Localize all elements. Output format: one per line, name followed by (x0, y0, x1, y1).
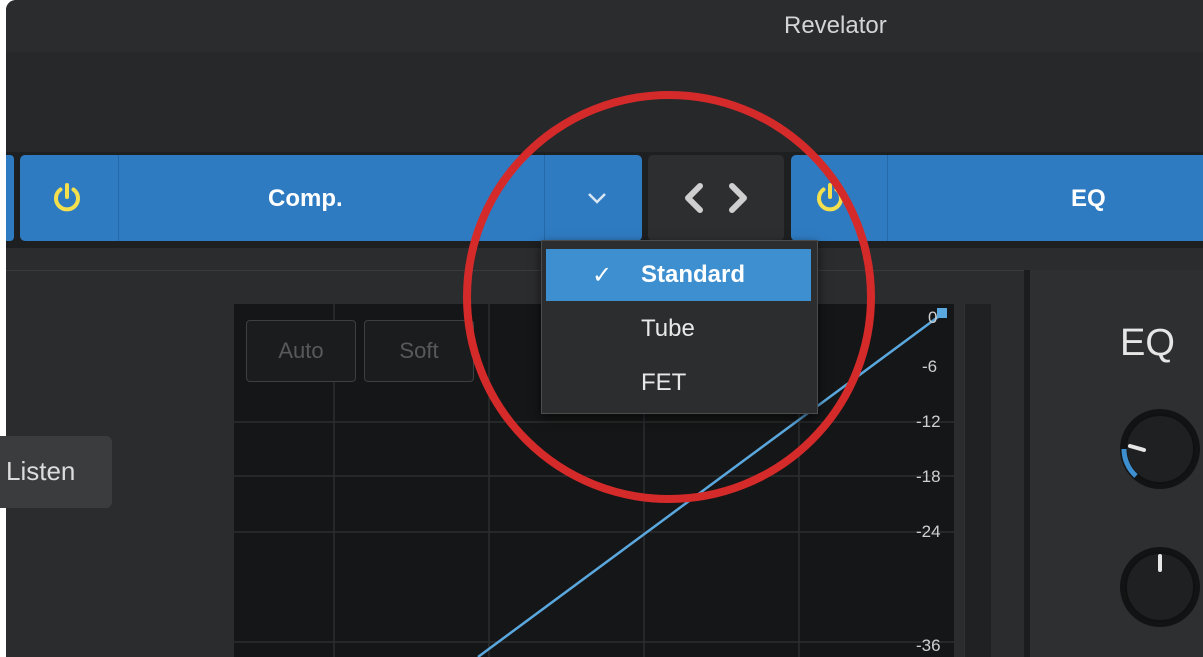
eq-knob[interactable] (1108, 540, 1202, 634)
tab-comp[interactable]: Comp. (20, 155, 642, 241)
listen-label: Listen (6, 456, 76, 486)
panel-divider (6, 270, 1024, 271)
dropdown-item-tube[interactable]: Tube (546, 303, 811, 355)
toolbar-area (6, 52, 1203, 152)
eq-knob[interactable] (1108, 402, 1202, 496)
dropdown-item-label: Tube (641, 315, 695, 342)
window-title: Revelator (784, 12, 887, 39)
title-bar (6, 0, 1203, 52)
tab-divider (887, 155, 888, 241)
chevron-down-icon[interactable] (580, 185, 614, 211)
dropdown-item-fet[interactable]: FET (546, 357, 811, 409)
tab-eq[interactable]: EQ (791, 155, 1203, 241)
soft-label: Soft (399, 338, 439, 363)
db-label: -12 (916, 412, 941, 431)
comp-type-dropdown: ✓ Standard Tube FET (541, 240, 818, 414)
dropdown-item-standard[interactable]: ✓ Standard (546, 249, 811, 301)
checkmark-icon: ✓ (592, 262, 613, 289)
db-label: -6 (922, 357, 938, 376)
db-label: 0 (928, 308, 938, 327)
previous-tab-edge[interactable] (6, 155, 14, 241)
dropdown-item-label: FET (641, 369, 687, 396)
code-brackets-icon (685, 183, 747, 213)
power-icon[interactable] (50, 181, 84, 215)
db-label: -18 (916, 467, 941, 486)
navigation-button[interactable] (648, 155, 784, 241)
db-label: -24 (916, 522, 941, 541)
tab-label: EQ (1071, 185, 1106, 212)
tab-divider (118, 155, 119, 241)
threshold-handle[interactable] (937, 308, 947, 318)
db-label: -36 (916, 636, 941, 655)
auto-button[interactable]: Auto (246, 320, 356, 382)
tab-divider (544, 155, 545, 241)
tab-label: Comp. (268, 185, 343, 212)
soft-button[interactable]: Soft (364, 320, 474, 382)
auto-label: Auto (278, 338, 324, 363)
eq-title: EQ (1120, 322, 1175, 364)
dropdown-item-label: Standard (641, 261, 746, 288)
gain-meter (964, 304, 991, 657)
power-icon[interactable] (813, 181, 847, 215)
